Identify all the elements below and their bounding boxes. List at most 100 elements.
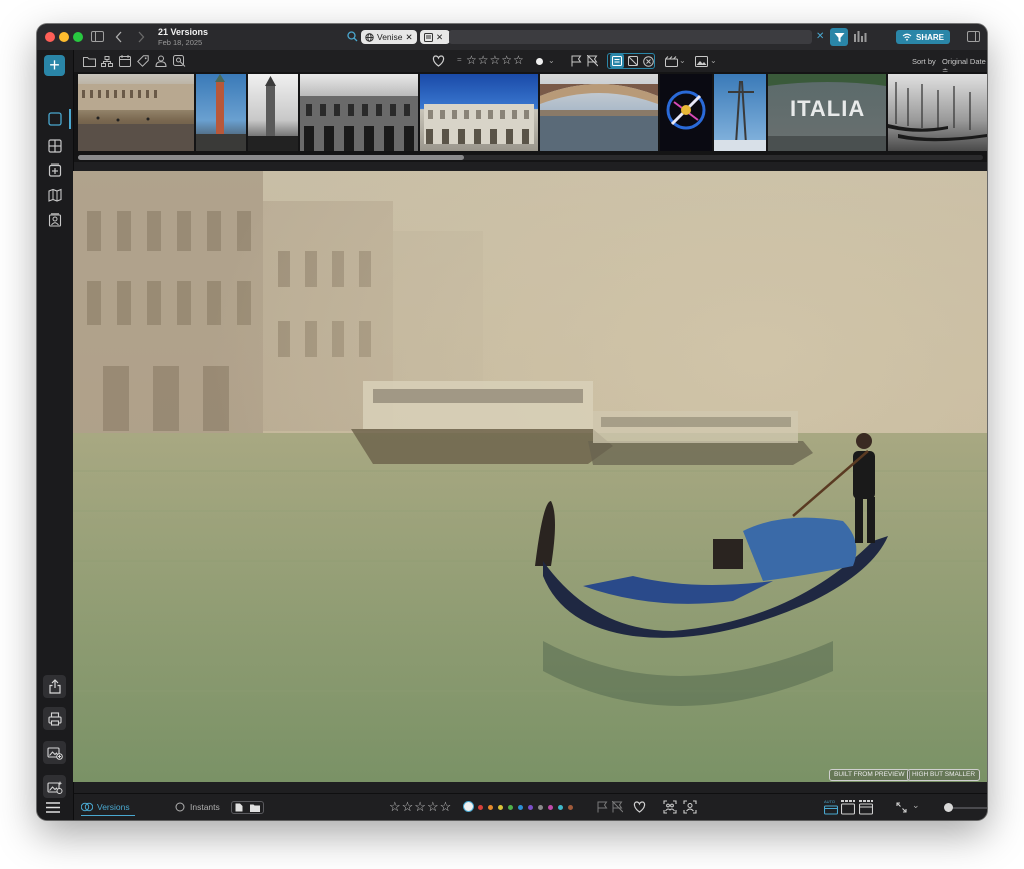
rating-filter-stars[interactable]: ☆☆☆☆☆ — [466, 53, 525, 67]
reject-flag-icon[interactable] — [585, 54, 599, 68]
preview-source-badge: BUILT FROM PREVIEW — [829, 769, 910, 781]
chip-close-icon[interactable]: ✕ — [436, 32, 443, 43]
text-filter-icon[interactable] — [610, 54, 624, 68]
search-chip-venise[interactable]: Venise ✕ — [361, 30, 417, 44]
hamburger-menu-icon[interactable] — [46, 802, 60, 813]
color-label-red[interactable] — [478, 805, 483, 810]
no-text-filter-icon[interactable] — [626, 54, 640, 68]
chip-close-icon[interactable]: ✕ — [406, 32, 413, 43]
person-icon[interactable] — [154, 54, 168, 68]
share-button[interactable]: SHARE — [896, 30, 950, 44]
hierarchy-icon[interactable] — [100, 54, 114, 68]
globe-icon — [365, 32, 374, 42]
add-button[interactable]: + — [44, 55, 65, 76]
zoom-slider-track[interactable] — [947, 807, 987, 809]
video-filter-chevron-icon[interactable]: ⌄ — [679, 56, 686, 65]
file-icon — [235, 803, 243, 812]
auto-layout-icon[interactable]: AUTO — [824, 799, 838, 815]
grid-view-icon[interactable] — [44, 136, 65, 156]
image-type-chevron-icon[interactable]: ⌄ — [710, 56, 717, 65]
filmstrip-thumbnail[interactable] — [888, 74, 987, 151]
tab-versions[interactable]: Versions — [81, 801, 135, 816]
back-chevron-icon[interactable] — [115, 31, 123, 43]
color-label-brown[interactable] — [568, 805, 573, 810]
italia-text: ITALIA — [790, 96, 866, 121]
rating-stars[interactable]: ☆☆☆☆☆ — [389, 799, 452, 815]
color-filter-dot[interactable] — [536, 58, 543, 65]
view-mode-toggle[interactable] — [231, 801, 264, 814]
photo-edit-icon[interactable] — [43, 741, 66, 764]
face-scan-icon[interactable] — [683, 800, 697, 814]
search-chip-label: Venise — [377, 32, 403, 42]
share-export-icon[interactable] — [43, 675, 66, 698]
filmstrip-thumbnail[interactable] — [660, 74, 712, 151]
filmstrip-top-layout-icon[interactable] — [841, 799, 855, 815]
svg-text:AUTO: AUTO — [824, 799, 835, 804]
zoom-window-button[interactable] — [73, 32, 83, 42]
zoom-chevron-icon[interactable]: ⌄ — [912, 800, 920, 811]
filmstrip-scrollbar-thumb[interactable] — [78, 155, 464, 160]
face-search-icon[interactable] — [172, 54, 186, 68]
favorite-heart-icon[interactable] — [633, 801, 646, 813]
clear-filter-icon[interactable] — [641, 54, 655, 68]
search-input[interactable] — [449, 30, 812, 44]
image-type-icon[interactable] — [694, 54, 708, 68]
color-label-blue[interactable] — [518, 805, 523, 810]
tab-instants[interactable]: Instants — [175, 801, 225, 815]
people-album-icon[interactable] — [44, 210, 65, 230]
reject-flag-icon[interactable] — [612, 801, 623, 813]
filmstrip-thumbnail[interactable] — [300, 74, 418, 151]
calendar-icon[interactable] — [118, 54, 132, 68]
color-label-gray[interactable] — [538, 805, 543, 810]
histogram-icon[interactable] — [854, 31, 867, 42]
tag-icon[interactable] — [136, 54, 150, 68]
filmstrip-thumbnail[interactable] — [248, 74, 298, 151]
filmstrip-thumbnail[interactable] — [714, 74, 766, 151]
left-sidebar: + — [37, 50, 74, 820]
color-label-pink[interactable] — [548, 805, 553, 810]
filmstrip-thumbnail[interactable] — [420, 74, 538, 151]
filmstrip-thumbnail[interactable] — [540, 74, 658, 151]
video-filter-icon[interactable] — [664, 54, 678, 68]
preview-quality-badge: HIGH BUT SMALLER — [907, 769, 981, 781]
zoom-slider-thumb[interactable] — [944, 803, 953, 812]
filmstrip-thumbnail[interactable]: ITALIA — [768, 74, 886, 151]
photo-magic-icon[interactable] — [43, 775, 66, 798]
color-label-green[interactable] — [508, 805, 513, 810]
fit-screen-icon[interactable] — [896, 802, 907, 813]
filmstrip-thumbnail[interactable] — [78, 74, 194, 151]
inspector-toggle-icon[interactable] — [967, 31, 980, 42]
color-label-yellow[interactable] — [498, 805, 503, 810]
window-title: 21 Versions — [158, 27, 209, 37]
window-date: Feb 18, 2025 — [158, 38, 203, 47]
faces-icon[interactable] — [663, 800, 677, 814]
color-label-cyan[interactable] — [558, 805, 563, 810]
filter-icon[interactable] — [830, 28, 848, 46]
print-icon[interactable] — [43, 707, 66, 730]
single-view-icon[interactable] — [44, 109, 65, 129]
map-icon[interactable] — [44, 185, 65, 205]
favorite-heart-icon[interactable] — [431, 54, 445, 68]
color-label-orange[interactable] — [488, 805, 493, 810]
tab-versions-label: Versions — [97, 802, 130, 812]
close-window-button[interactable] — [45, 32, 55, 42]
album-add-icon[interactable] — [44, 160, 65, 180]
color-label-purple[interactable] — [528, 805, 533, 810]
forward-chevron-icon[interactable] — [137, 31, 145, 43]
filmstrip: ITALIA — [74, 72, 987, 162]
title-bar: 21 Versions Feb 18, 2025 Venise ✕ ✕ ✕ SH… — [37, 24, 987, 50]
tab-instants-label: Instants — [190, 802, 220, 812]
rating-operator[interactable]: = — [457, 55, 462, 64]
color-label-none[interactable] — [463, 801, 474, 812]
color-filter-chevron-icon[interactable]: ⌄ — [548, 56, 555, 65]
filmstrip-thumbnail[interactable] — [196, 74, 246, 151]
folder-icon[interactable] — [82, 54, 96, 68]
filmstrip-bottom-layout-icon[interactable] — [859, 799, 873, 815]
flag-icon[interactable] — [569, 54, 583, 68]
main-photo-viewer[interactable] — [73, 171, 987, 782]
clear-search-icon[interactable]: ✕ — [816, 31, 824, 42]
search-chip-text[interactable]: ✕ — [420, 30, 450, 44]
minimize-window-button[interactable] — [59, 32, 69, 42]
sidebar-toggle-icon[interactable] — [91, 31, 104, 42]
flag-icon[interactable] — [597, 801, 608, 813]
